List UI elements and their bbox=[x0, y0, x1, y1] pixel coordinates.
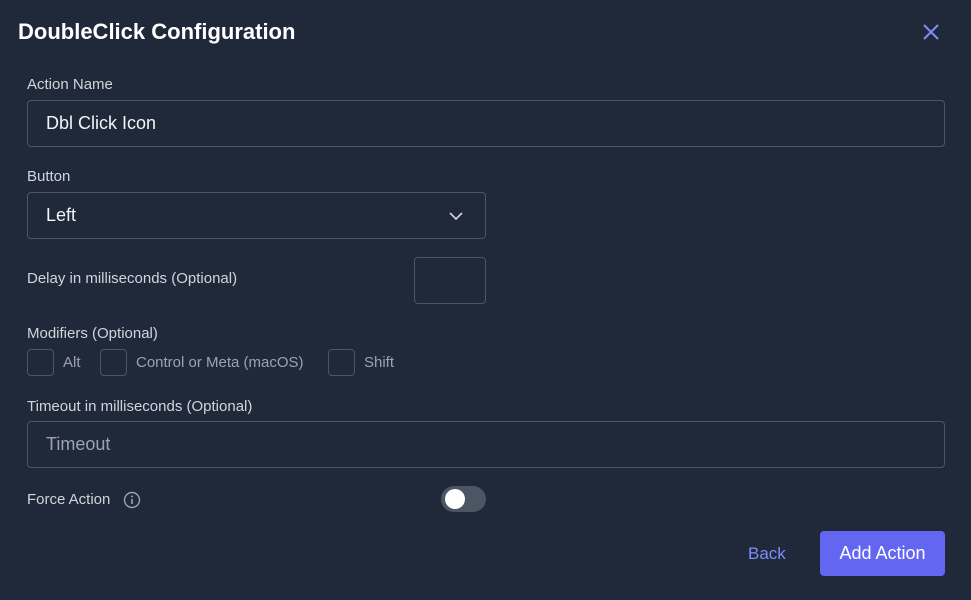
modifiers-label: Modifiers (Optional) bbox=[27, 325, 158, 342]
shift-checkbox[interactable] bbox=[328, 349, 355, 376]
action-name-value: Dbl Click Icon bbox=[46, 113, 157, 133]
button-select[interactable]: Left bbox=[27, 192, 486, 239]
force-action-label: Force Action bbox=[27, 491, 111, 508]
action-name-label: Action Name bbox=[27, 76, 113, 93]
alt-checkbox[interactable] bbox=[27, 349, 54, 376]
force-action-toggle[interactable] bbox=[441, 486, 486, 512]
info-icon[interactable] bbox=[123, 491, 141, 509]
chevron-down-icon bbox=[449, 212, 463, 221]
button-selected-value: Left bbox=[46, 205, 77, 225]
delay-input[interactable] bbox=[414, 257, 486, 304]
back-button[interactable]: Back bbox=[748, 544, 786, 564]
control-meta-checkbox[interactable] bbox=[100, 349, 127, 376]
close-icon[interactable] bbox=[920, 21, 942, 43]
control-meta-label: Control or Meta (macOS) bbox=[136, 354, 304, 371]
timeout-label: Timeout in milliseconds (Optional) bbox=[27, 398, 253, 415]
toggle-knob bbox=[445, 489, 465, 509]
action-name-input[interactable]: Dbl Click Icon bbox=[27, 100, 945, 147]
shift-label: Shift bbox=[364, 354, 395, 371]
button-label: Button bbox=[27, 168, 71, 185]
timeout-placeholder: Timeout bbox=[46, 434, 111, 454]
dialog-title: DoubleClick Configuration bbox=[18, 19, 296, 44]
delay-label: Delay in milliseconds (Optional) bbox=[27, 270, 238, 287]
alt-label: Alt bbox=[63, 354, 81, 371]
timeout-input[interactable]: Timeout bbox=[27, 421, 945, 468]
add-action-button[interactable]: Add Action bbox=[820, 531, 945, 576]
